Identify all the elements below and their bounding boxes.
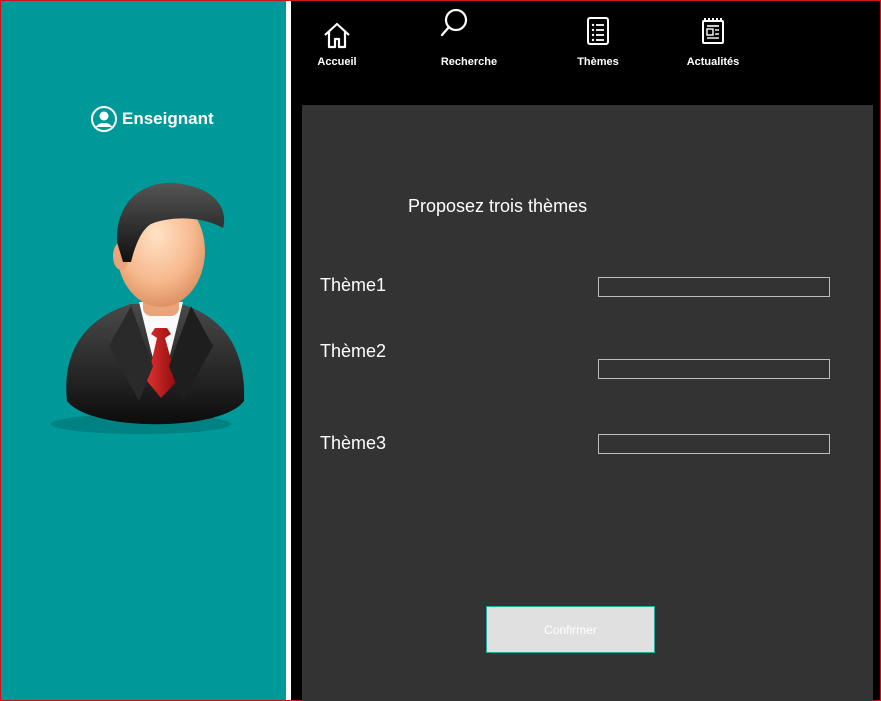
nav-item-recherche[interactable]: Recherche <box>431 8 507 81</box>
theme2-input[interactable] <box>598 359 830 379</box>
nav-item-themes[interactable]: Thèmes <box>569 11 627 81</box>
newspaper-icon <box>702 18 724 44</box>
nav-item-label: Actualités <box>686 56 740 68</box>
sidebar-divider <box>286 1 291 700</box>
theme3-label: Thème3 <box>320 433 387 453</box>
user-role-text: Enseignant <box>122 109 214 128</box>
theme3-input[interactable] <box>598 434 830 454</box>
nav-item-label: Recherche <box>440 56 498 68</box>
theme1-input[interactable] <box>598 277 830 297</box>
nav-item-accueil[interactable]: Accueil <box>309 11 365 81</box>
theme-form-panel: Proposez trois thèmes Thème1 Thème2 Thèm… <box>302 105 873 701</box>
nav-item-actualites[interactable]: Actualités <box>681 11 745 81</box>
user-role-label: Enseignant <box>91 105 214 133</box>
top-navigation-bar: Accueil Recherche Thèmes Actualités <box>291 1 880 105</box>
search-icon <box>440 8 468 37</box>
nav-item-label: Accueil <box>317 56 357 68</box>
sidebar: Enseignant <box>1 1 286 700</box>
theme1-label: Thème1 <box>320 275 387 295</box>
nav-item-label: Thèmes <box>577 56 619 68</box>
theme2-label: Thème2 <box>320 341 387 361</box>
businessman-avatar-image <box>51 182 245 434</box>
home-icon <box>324 22 350 49</box>
user-circle-icon <box>91 106 117 132</box>
list-document-icon <box>587 17 609 45</box>
form-heading: Proposez trois thèmes <box>408 196 588 216</box>
confirm-button[interactable]: Confirmer <box>486 606 655 653</box>
